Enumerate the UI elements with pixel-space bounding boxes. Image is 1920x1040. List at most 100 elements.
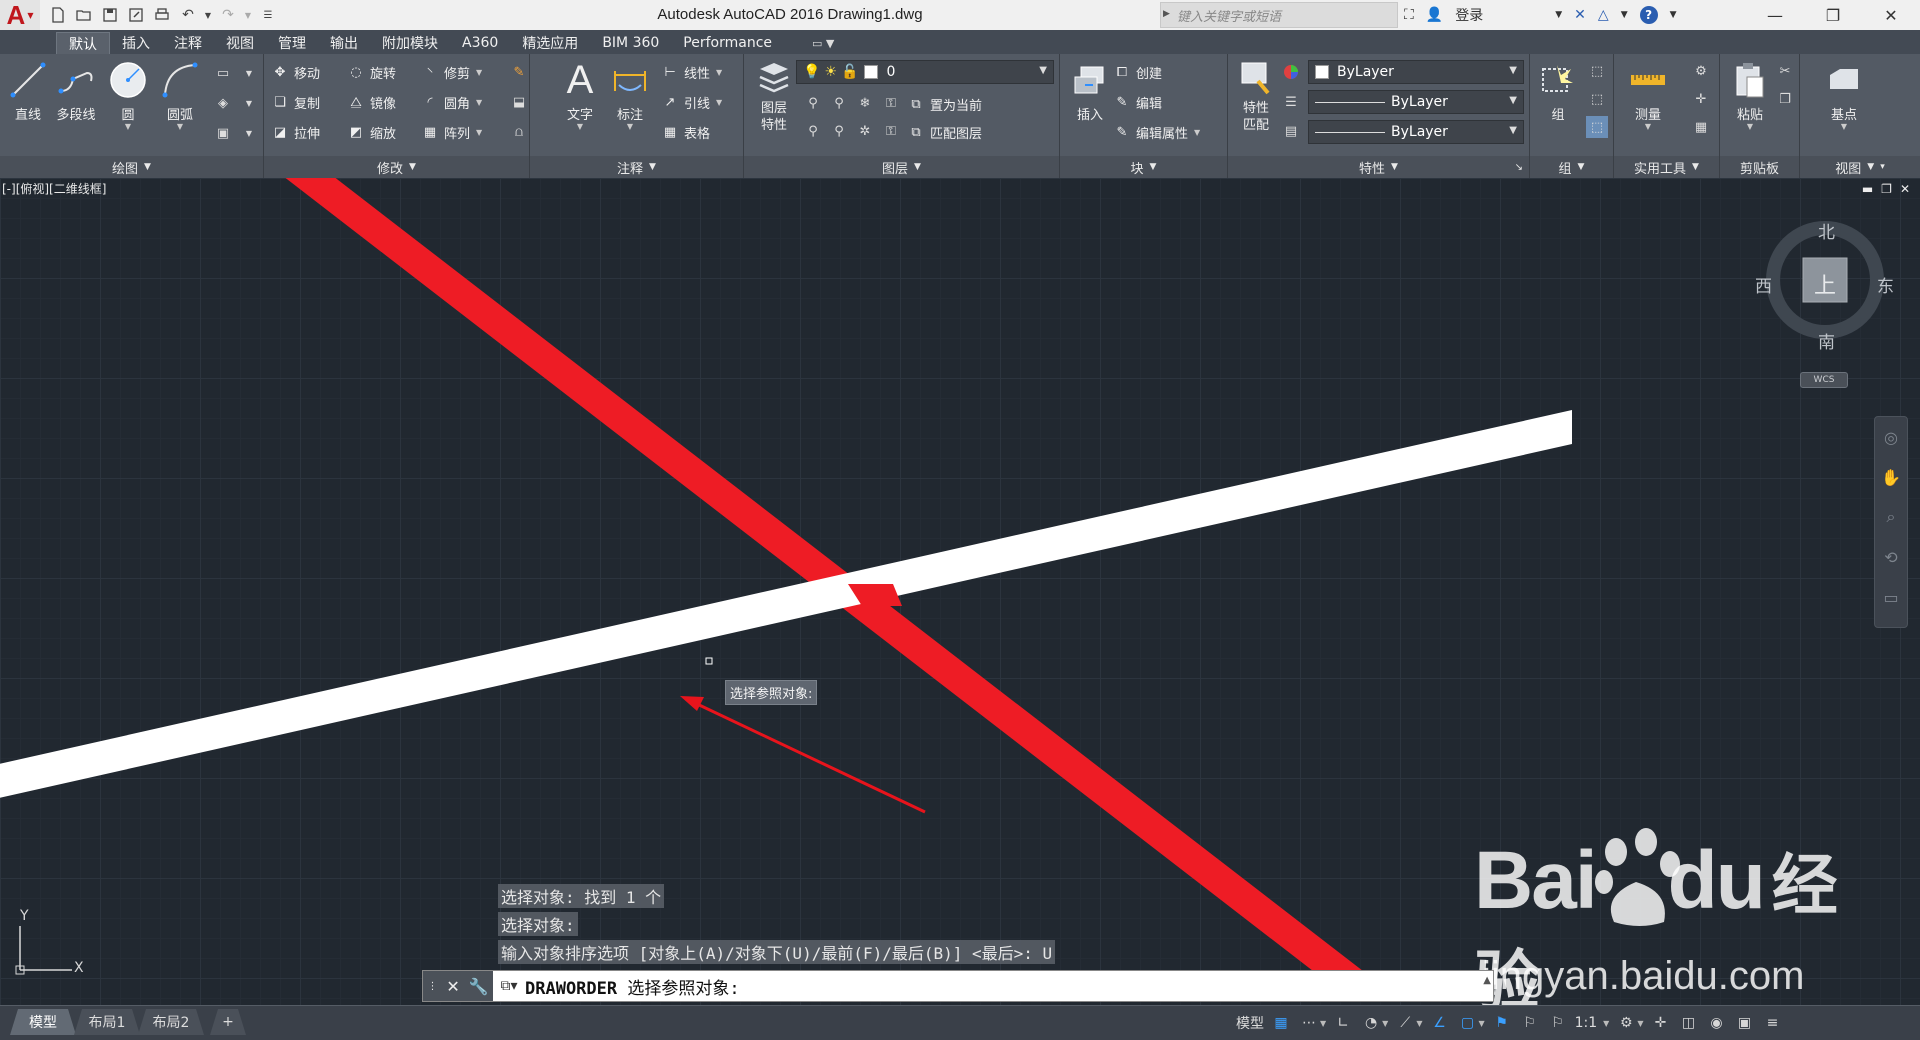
group-edit-icon[interactable]: ⬚ <box>1586 88 1608 110</box>
layer-on-icon[interactable]: ⚲ <box>802 120 824 142</box>
polyline-button[interactable]: 多段线 <box>50 58 102 134</box>
hatch-icon[interactable]: ◈ <box>212 92 234 114</box>
copy-button[interactable]: ❏ 复制 <box>270 90 320 114</box>
panel-utilities-title[interactable]: 实用工具 ▼ <box>1614 156 1719 178</box>
orbit-icon[interactable]: ⟲ <box>1875 537 1907 577</box>
zoom-extents-icon[interactable]: ⌕ <box>1875 497 1907 537</box>
wrench-icon[interactable]: 🔧 <box>469 977 489 996</box>
offset-icon[interactable]: ⩍ <box>508 121 530 143</box>
group-button[interactable]: 组 <box>1532 58 1584 134</box>
rectangle-dropdown-icon[interactable]: ▼ <box>238 62 260 84</box>
grip-icon[interactable]: ⋮ <box>427 981 437 992</box>
snap-dropdown-icon[interactable]: ▼ <box>1320 1019 1326 1028</box>
login-button[interactable]: 登录 <box>1449 2 1489 28</box>
ortho-icon[interactable]: ∟ <box>1332 1011 1354 1035</box>
trim-dropdown-icon[interactable]: ▼ <box>476 68 482 77</box>
restore-icon[interactable]: ❐ <box>1804 0 1862 30</box>
dimension-button[interactable]: 标注 ▼ <box>604 58 656 134</box>
application-menu-button[interactable]: A ▼ <box>0 0 40 30</box>
workspace-dropdown-icon[interactable]: ▼ <box>1637 1019 1643 1028</box>
panel-draw-title[interactable]: 绘图 ▼ <box>0 156 263 178</box>
rectangle-icon[interactable]: ▭ <box>212 62 234 84</box>
binoculars-icon[interactable]: ⛶ <box>1398 2 1420 28</box>
leader-button[interactable]: ↗ 引线 ▼ <box>660 90 723 114</box>
hardware-acceleration-icon[interactable]: ◉ <box>1705 1011 1727 1035</box>
redo-icon[interactable]: ↷ <box>216 4 240 26</box>
linear-dropdown-icon[interactable]: ▼ <box>716 68 722 77</box>
annotation-scale-icon[interactable]: ⚐ <box>1547 1011 1569 1035</box>
isodraft-icon[interactable]: ⟋ <box>1394 1011 1416 1035</box>
panel-block-title[interactable]: 块 ▼ <box>1060 156 1227 178</box>
save-as-icon[interactable] <box>124 4 148 26</box>
tab-model[interactable]: 模型 <box>10 1009 76 1035</box>
save-icon[interactable] <box>98 4 122 26</box>
dialog-launcher-icon[interactable]: ↘ <box>1515 162 1523 173</box>
edit-block-button[interactable]: ✎ 编辑 <box>1112 90 1162 114</box>
measure-button[interactable]: 测量 ▼ <box>1622 58 1674 134</box>
layer-thaw-icon[interactable]: ✲ <box>854 120 876 142</box>
layer-off-icon[interactable]: ⚲ <box>802 92 824 114</box>
tab-a360[interactable]: A360 <box>450 32 510 54</box>
layer-unisolate-icon[interactable]: ⚲ <box>828 120 850 142</box>
add-layout-button[interactable]: + <box>210 1009 246 1035</box>
tab-view[interactable]: 视图 <box>214 32 266 54</box>
paste-button[interactable]: 粘贴 ▼ <box>1724 58 1776 134</box>
exchange-apps-icon[interactable]: ✕ <box>1568 2 1592 28</box>
fillet-dropdown-icon[interactable]: ▼ <box>476 98 482 107</box>
line-button[interactable]: 直线 <box>2 58 54 134</box>
group-select-icon[interactable]: ⬚ <box>1586 116 1608 138</box>
panel-modify-title[interactable]: 修改 ▼ <box>264 156 529 178</box>
layer-dropdown[interactable]: 💡 ☀ 🔓 0 ▼ <box>796 60 1054 84</box>
new-file-icon[interactable] <box>46 4 70 26</box>
tab-manage[interactable]: 管理 <box>266 32 318 54</box>
wcs-menu[interactable]: WCS <box>1800 372 1848 388</box>
snap-icon[interactable]: ⋯ <box>1298 1011 1320 1035</box>
mirror-button[interactable]: ⧋ 镜像 <box>346 90 396 114</box>
a360-icon[interactable]: △ <box>1592 2 1615 28</box>
annotation-visibility-icon[interactable]: ⚑ <box>1491 1011 1513 1035</box>
rotate-button[interactable]: ◌ 旋转 <box>346 60 396 84</box>
edit-attributes-button[interactable]: ✎ 编辑属性 ▼ <box>1112 120 1201 144</box>
white-line-entity[interactable] <box>0 410 1572 800</box>
model-space-button[interactable]: 模型 <box>1236 1013 1264 1033</box>
object-snap-icon[interactable]: ▢ <box>1456 1011 1478 1035</box>
circle-button[interactable]: 圆 ▼ <box>102 58 154 134</box>
tab-bim360[interactable]: BIM 360 <box>590 32 671 54</box>
tab-performance[interactable]: Performance <box>671 32 784 54</box>
polar-icon[interactable]: ◔ <box>1360 1011 1382 1035</box>
tab-featured-apps[interactable]: 精选应用 <box>510 32 590 54</box>
erase-icon[interactable]: ✎ <box>508 61 530 83</box>
ungroup-icon[interactable]: ⬚ <box>1586 60 1608 82</box>
hatch-dropdown-icon[interactable]: ▼ <box>238 92 260 114</box>
linetype-dropdown[interactable]: ByLayer ▼ <box>1308 90 1524 114</box>
a360-dropdown-icon[interactable]: ▼ <box>1615 2 1634 28</box>
viewcube-top-face[interactable]: 上 <box>1814 268 1836 300</box>
viewcube-east-label[interactable]: 东 <box>1877 272 1894 297</box>
fillet-button[interactable]: ◜ 圆角 ▼ <box>420 90 482 114</box>
array-dropdown-icon[interactable]: ▼ <box>476 128 482 137</box>
layer-isolate-icon[interactable]: ⚲ <box>828 92 850 114</box>
clean-screen-icon[interactable]: ▣ <box>1733 1011 1755 1035</box>
help-dropdown-icon[interactable]: ▼ <box>1664 2 1683 28</box>
stretch-button[interactable]: ◪ 拉伸 <box>270 120 320 144</box>
showmotion-icon[interactable]: ▭ <box>1875 577 1907 617</box>
insert-block-button[interactable]: 插入 <box>1064 58 1116 134</box>
polar-dropdown-icon[interactable]: ▼ <box>1382 1019 1388 1028</box>
copy-clip-icon[interactable]: ❐ <box>1774 88 1796 110</box>
base-dropdown-icon[interactable]: ▼ <box>1841 123 1847 131</box>
isolate-objects-icon[interactable]: ◫ <box>1677 1011 1699 1035</box>
lineweight-icon[interactable]: ▤ <box>1280 120 1302 142</box>
layer-properties-button[interactable]: 图层 特性 <box>748 58 800 134</box>
boundary-icon[interactable]: ▣ <box>212 122 234 144</box>
customization-icon[interactable]: ≡ <box>1761 1011 1783 1035</box>
match-properties-button[interactable]: 特性 匹配 <box>1230 58 1282 134</box>
panel-properties-title[interactable]: 特性 ▼ ↘ <box>1228 156 1529 178</box>
panel-view-title[interactable]: 视图 ▼ ▾ <box>1800 156 1920 178</box>
login-dropdown-icon[interactable]: ▼ <box>1549 2 1568 28</box>
viewcube[interactable]: 北 南 东 西 上 <box>1755 218 1894 353</box>
color-dropdown[interactable]: ByLayer ▼ <box>1308 60 1524 84</box>
object-snap-dropdown-icon[interactable]: ▼ <box>1478 1019 1484 1028</box>
explode-icon[interactable]: ⬓ <box>508 91 530 113</box>
move-button[interactable]: ✥ 移动 <box>270 60 320 84</box>
panel-groups-title[interactable]: 组 ▼ <box>1530 156 1613 178</box>
